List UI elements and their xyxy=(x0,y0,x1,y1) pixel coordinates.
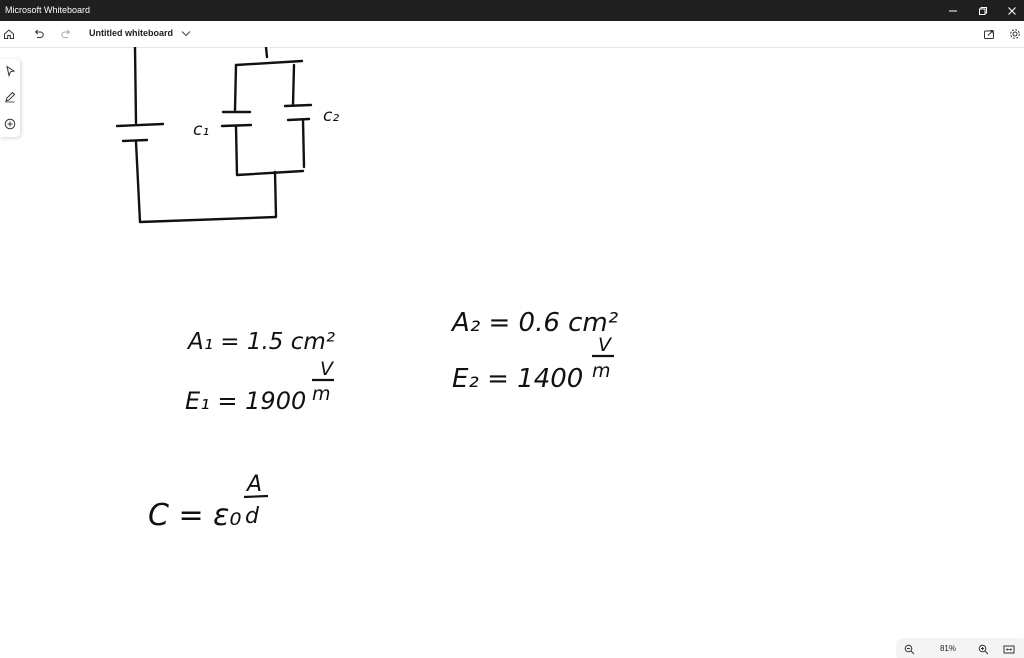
c1-wire-top xyxy=(233,63,238,112)
home-button[interactable] xyxy=(1,26,17,42)
plus-circle-icon xyxy=(4,118,16,130)
pen-icon xyxy=(5,91,16,103)
app-title: Microsoft Whiteboard xyxy=(5,5,91,15)
zoom-out-button[interactable] xyxy=(902,642,916,656)
fit-to-screen-icon xyxy=(1003,645,1015,653)
c2-wire-top xyxy=(291,63,296,107)
ink-layer: c₁ c₂ A₁ = 1.5 cm² A₂ = 0.6 cm² E₁ = 190… xyxy=(115,47,618,533)
c1-plate-bottom xyxy=(220,123,253,128)
settings-button[interactable] xyxy=(1007,26,1023,42)
gear-icon xyxy=(1010,29,1020,39)
e1-unit-numerator: V xyxy=(320,358,335,380)
formula-numerator: A xyxy=(245,472,262,497)
battery-plate-long xyxy=(115,122,165,128)
e2-expression: E₂ = 1400 xyxy=(452,364,583,394)
whiteboard-canvas[interactable]: c₁ c₂ A₁ = 1.5 cm² A₂ = 0.6 cm² E₁ = 190… xyxy=(0,47,1024,640)
wire-left-top xyxy=(133,47,138,125)
parallel-top-bar xyxy=(234,59,304,67)
formula-fraction-bar xyxy=(243,494,269,499)
a2-expression: A₂ = 0.6 cm² xyxy=(450,308,618,338)
document-title[interactable]: Untitled whiteboard xyxy=(89,28,173,38)
redo-button[interactable] xyxy=(58,26,74,42)
wire-left-bottom xyxy=(134,140,278,224)
title-bar: Microsoft Whiteboard xyxy=(0,0,1024,21)
c2-wire-bottom xyxy=(301,118,306,169)
wire-top-stub xyxy=(264,47,269,59)
redo-icon xyxy=(61,29,71,38)
zoom-controls: 81% xyxy=(898,640,1024,658)
home-icon xyxy=(4,29,14,39)
zoom-in-button[interactable] xyxy=(976,642,990,656)
restore-button[interactable] xyxy=(967,0,999,21)
zoom-level[interactable]: 81% xyxy=(936,644,960,653)
zoom-out-icon xyxy=(904,644,914,654)
close-button[interactable] xyxy=(996,0,1024,21)
e2-unit-denominator: m xyxy=(592,360,611,382)
c1-label: c₁ xyxy=(193,120,209,140)
e1-unit-denominator: m xyxy=(312,383,331,405)
undo-button[interactable] xyxy=(31,26,47,42)
select-tool-button[interactable] xyxy=(2,63,18,79)
pointer-icon xyxy=(6,65,16,77)
share-icon xyxy=(984,30,994,39)
c1-wire-bottom xyxy=(234,125,305,177)
c2-plate-top xyxy=(283,103,313,108)
restore-icon xyxy=(979,6,987,15)
fit-to-screen-button[interactable] xyxy=(1002,642,1016,656)
e2-unit-numerator: V xyxy=(598,334,613,356)
pen-tool-button[interactable] xyxy=(2,89,18,105)
circuit-drawing xyxy=(115,47,313,224)
app-toolbar: Untitled whiteboard xyxy=(0,21,1024,48)
share-button[interactable] xyxy=(981,26,997,42)
minimize-icon xyxy=(949,10,957,11)
e1-expression: E₁ = 1900 xyxy=(185,387,306,415)
undo-icon xyxy=(34,29,44,38)
tool-rail xyxy=(0,59,20,137)
add-tool-button[interactable] xyxy=(2,116,18,132)
title-menu-button[interactable] xyxy=(180,26,192,44)
battery-plate-short xyxy=(121,138,149,143)
a1-expression: A₁ = 1.5 cm² xyxy=(186,329,335,355)
c2-plate-bottom xyxy=(286,117,311,122)
minimize-button[interactable] xyxy=(937,0,969,21)
chevron-down-icon xyxy=(181,31,191,37)
c2-label: c₂ xyxy=(323,106,339,126)
capacitance-formula: C = ε₀ xyxy=(148,498,241,533)
close-icon xyxy=(1008,6,1016,15)
zoom-in-icon xyxy=(978,644,988,654)
formula-denominator: d xyxy=(245,504,260,529)
